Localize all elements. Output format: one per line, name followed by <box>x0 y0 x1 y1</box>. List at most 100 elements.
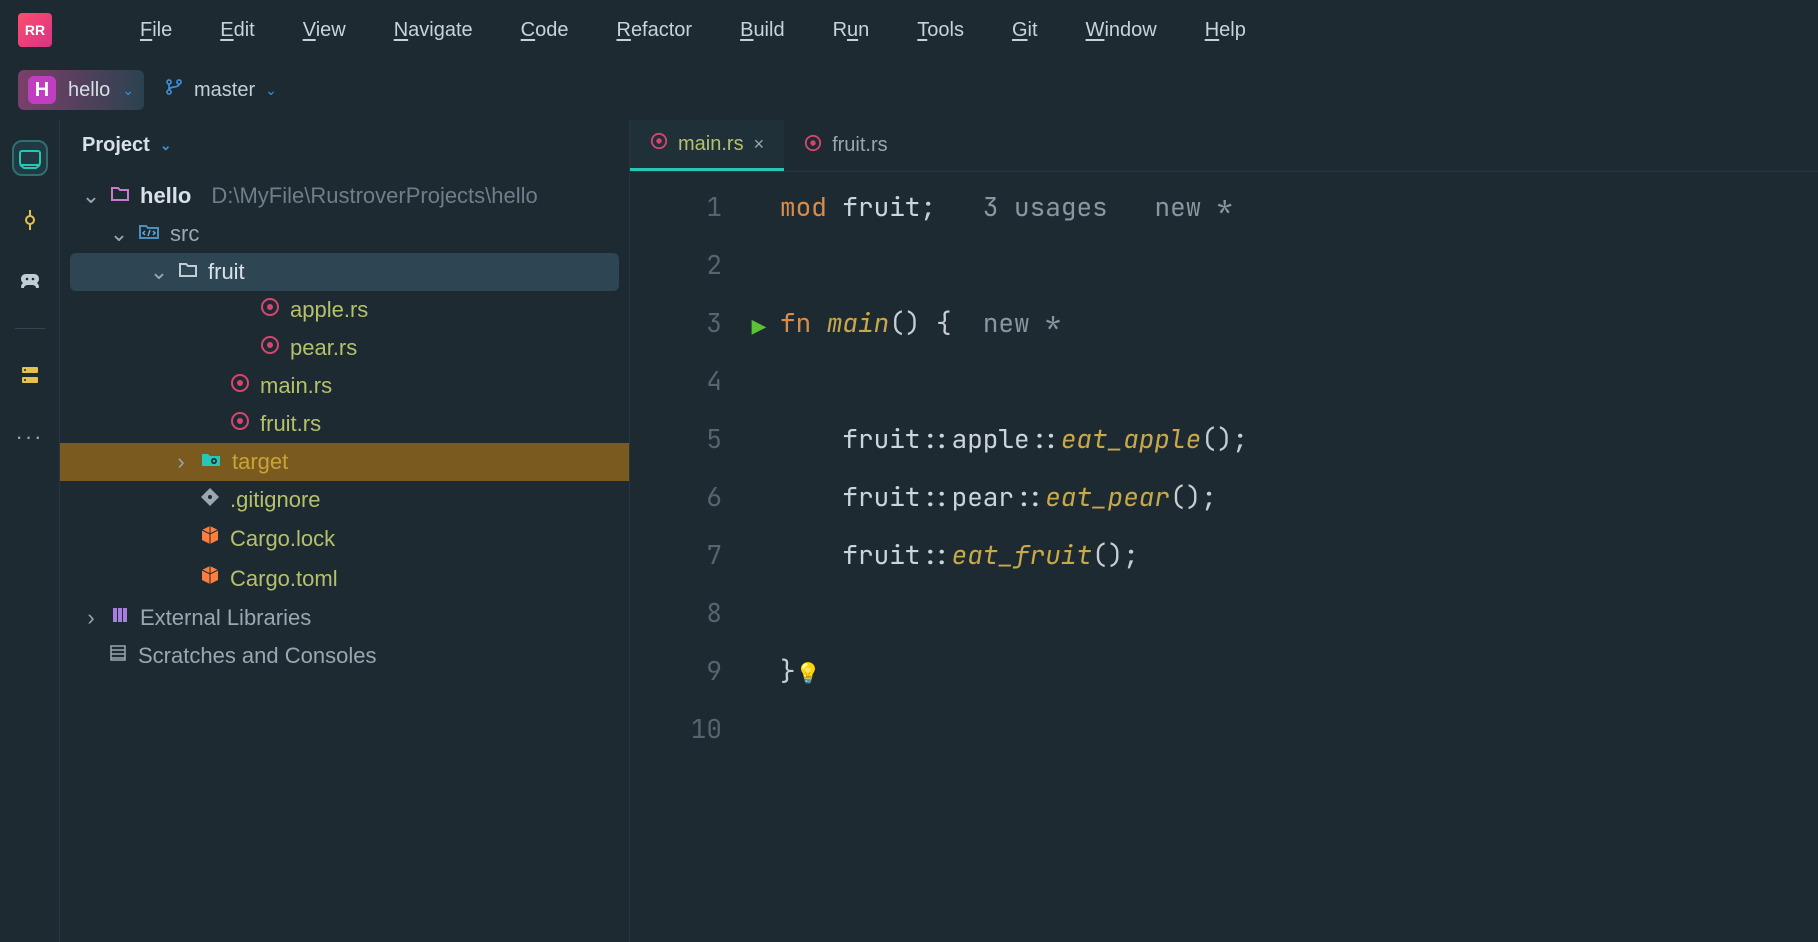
tree-label: pear.rs <box>290 335 357 361</box>
chevron-down-icon: ⌄ <box>150 259 168 285</box>
tree-src[interactable]: ⌄ src <box>60 215 629 253</box>
line-number: 9 <box>630 642 722 700</box>
tab-main-rs[interactable]: main.rs × <box>630 120 784 171</box>
cargo-file-icon <box>200 525 220 553</box>
tool-strip: ··· <box>0 120 60 942</box>
run-gutter-icon[interactable]: ▶ <box>752 300 766 358</box>
code-editor[interactable]: 1 2 3 ▶ 4 5 6 7 8 9 10 mod fruit; 3 usag… <box>630 172 1818 758</box>
source-code[interactable]: mod fruit; 3 usages new * fn main() { ne… <box>780 178 1248 758</box>
project-letter-icon: H <box>28 76 56 104</box>
tree-label: External Libraries <box>140 605 311 631</box>
menu-navigate[interactable]: Navigate <box>394 19 473 42</box>
tree-gitignore[interactable]: .gitignore <box>60 481 629 519</box>
code-token: main <box>827 305 889 340</box>
chevron-down-icon: ⌄ <box>122 82 134 99</box>
project-name: hello <box>68 79 110 102</box>
copilot-tool-button[interactable] <box>14 266 46 298</box>
main-area: Project ⌄ ⌄ hello D:\MyFile\RustroverPro… <box>60 120 1818 942</box>
rust-file-icon <box>804 134 822 158</box>
menu-build[interactable]: Build <box>740 19 784 42</box>
target-folder-icon <box>200 449 222 475</box>
tree-scratches[interactable]: Scratches and Consoles <box>60 637 629 675</box>
project-panel-header[interactable]: Project ⌄ <box>60 120 629 171</box>
gutter: 1 2 3 ▶ 4 5 6 7 8 9 10 <box>630 178 780 758</box>
tree-main-rs[interactable]: main.rs <box>60 367 629 405</box>
menu-run[interactable]: Run <box>833 19 870 42</box>
tree-cargo-lock[interactable]: Cargo.lock <box>60 519 629 559</box>
database-tool-button[interactable] <box>14 359 46 391</box>
git-branch-selector[interactable]: master ⌄ <box>164 77 277 103</box>
branch-name: master <box>194 79 255 102</box>
author-hint[interactable]: new * <box>983 305 1061 340</box>
line-number: 7 <box>630 526 722 584</box>
menu-edit[interactable]: Edit <box>220 19 254 42</box>
editor-tabs: main.rs × fruit.rs <box>630 120 1818 172</box>
code-token: eat_fruit <box>952 537 1092 572</box>
nav-bar: H hello ⌄ master ⌄ <box>0 60 1818 120</box>
tree-external-libraries[interactable]: › External Libraries <box>60 599 629 637</box>
tree-label: apple.rs <box>290 297 368 323</box>
line-number: 10 <box>630 700 722 758</box>
intention-bulb-icon[interactable]: 💡 <box>796 660 821 686</box>
tree-fruit-folder[interactable]: ⌄ fruit <box>70 253 619 291</box>
tree-fruit-rs[interactable]: fruit.rs <box>60 405 629 443</box>
tree-cargo-toml[interactable]: Cargo.toml <box>60 559 629 599</box>
tree-label: Scratches and Consoles <box>138 643 376 669</box>
rust-file-icon <box>230 411 250 437</box>
library-icon <box>110 605 130 631</box>
rust-file-icon <box>260 297 280 323</box>
menu-window[interactable]: Window <box>1086 19 1157 42</box>
editor-area: main.rs × fruit.rs 1 2 3 ▶ 4 5 6 7 8 <box>630 120 1818 942</box>
project-selector[interactable]: H hello ⌄ <box>18 70 144 110</box>
chevron-right-icon: › <box>172 449 190 475</box>
menu-git[interactable]: Git <box>1012 19 1038 42</box>
tree-target[interactable]: › target <box>60 443 629 481</box>
rust-file-icon <box>650 132 668 156</box>
line-number: 4 <box>630 352 722 410</box>
tab-fruit-rs[interactable]: fruit.rs <box>784 120 908 171</box>
author-hint[interactable]: new * <box>1154 189 1232 224</box>
usages-hint[interactable]: 3 usages <box>983 189 1108 224</box>
menu-tools[interactable]: Tools <box>917 19 964 42</box>
tree-label: Cargo.toml <box>230 566 338 592</box>
menu-refactor[interactable]: Refactor <box>616 19 692 42</box>
tree-apple-rs[interactable]: apple.rs <box>60 291 629 329</box>
menu-view[interactable]: View <box>303 19 346 42</box>
folder-icon <box>110 183 130 209</box>
menu-file[interactable]: File <box>140 19 172 42</box>
code-token: fruit <box>842 189 920 224</box>
src-folder-icon <box>138 221 160 247</box>
tab-label: main.rs <box>678 133 744 156</box>
chevron-down-icon: ⌄ <box>82 183 100 209</box>
code-token: mod <box>780 189 842 224</box>
line-number: 3 <box>630 294 722 352</box>
code-token: fruit::apple:: <box>780 421 1061 456</box>
rust-file-icon <box>260 335 280 361</box>
project-tool-button[interactable] <box>14 142 46 174</box>
code-token: () { <box>889 305 951 340</box>
sidebar-title: Project <box>82 134 150 157</box>
menu-code[interactable]: Code <box>521 19 569 42</box>
tree-label: Cargo.lock <box>230 526 335 552</box>
line-number: 6 <box>630 468 722 526</box>
commit-tool-button[interactable] <box>14 204 46 236</box>
app-icon: RR <box>18 13 52 47</box>
code-token: fruit::pear:: <box>780 479 1045 514</box>
cargo-file-icon <box>200 565 220 593</box>
folder-icon <box>178 259 198 285</box>
tree-label: main.rs <box>260 373 332 399</box>
code-token: (); <box>1201 421 1248 456</box>
menu-items: File Edit View Navigate Code Refactor Bu… <box>140 19 1246 42</box>
tree-root[interactable]: ⌄ hello D:\MyFile\RustroverProjects\hell… <box>60 177 629 215</box>
tree-label: target <box>232 449 288 475</box>
menu-help[interactable]: Help <box>1205 19 1246 42</box>
tree-root-path: D:\MyFile\RustroverProjects\hello <box>211 183 537 209</box>
close-icon[interactable]: × <box>754 134 765 155</box>
code-token: } <box>780 653 796 688</box>
code-token: (); <box>1092 537 1139 572</box>
tree-label: fruit.rs <box>260 411 321 437</box>
tree-pear-rs[interactable]: pear.rs <box>60 329 629 367</box>
more-tool-button[interactable]: ··· <box>14 421 46 453</box>
line-number: 5 <box>630 410 722 468</box>
line-number: 8 <box>630 584 722 642</box>
